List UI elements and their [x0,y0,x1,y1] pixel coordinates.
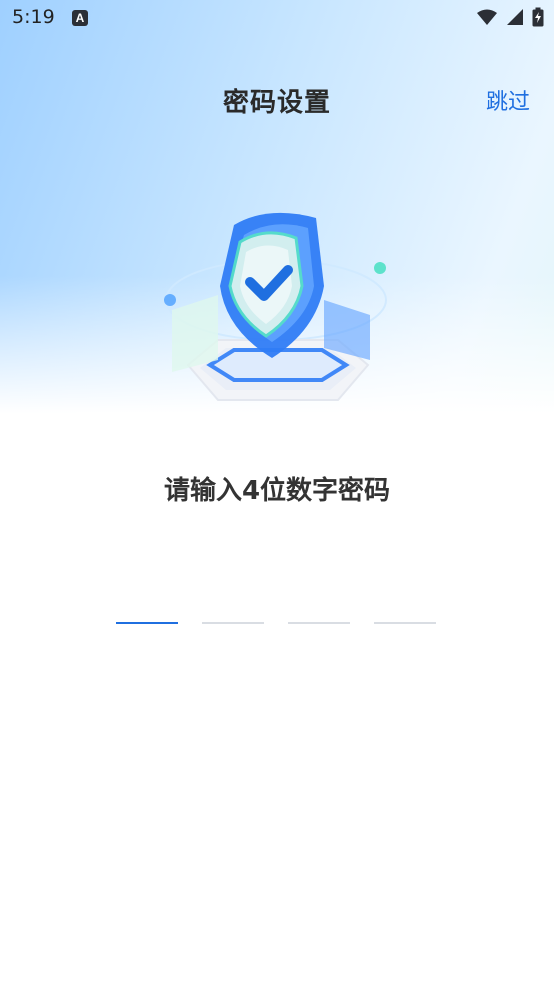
signal-icon [506,8,524,30]
battery-charging-icon [532,7,544,31]
status-icons [476,6,544,32]
pin-slot-3[interactable] [288,622,350,624]
pin-input[interactable] [116,590,438,630]
page-title: 密码设置 [222,88,331,118]
accessibility-a-icon: A [72,10,88,26]
pin-slot-2[interactable] [202,622,264,624]
wifi-icon [476,8,498,30]
pin-slot-4[interactable] [374,622,436,624]
pin-slot-1[interactable] [116,622,178,624]
header: 密码设置 跳过 [0,70,554,132]
pin-prompt: 请输入4位数字密码 [163,476,391,506]
status-bar: 5:19 A [0,0,554,38]
security-shield-illustration [148,190,408,440]
skip-button[interactable]: 跳过 [486,84,530,116]
status-time: 5:19 [12,6,55,28]
